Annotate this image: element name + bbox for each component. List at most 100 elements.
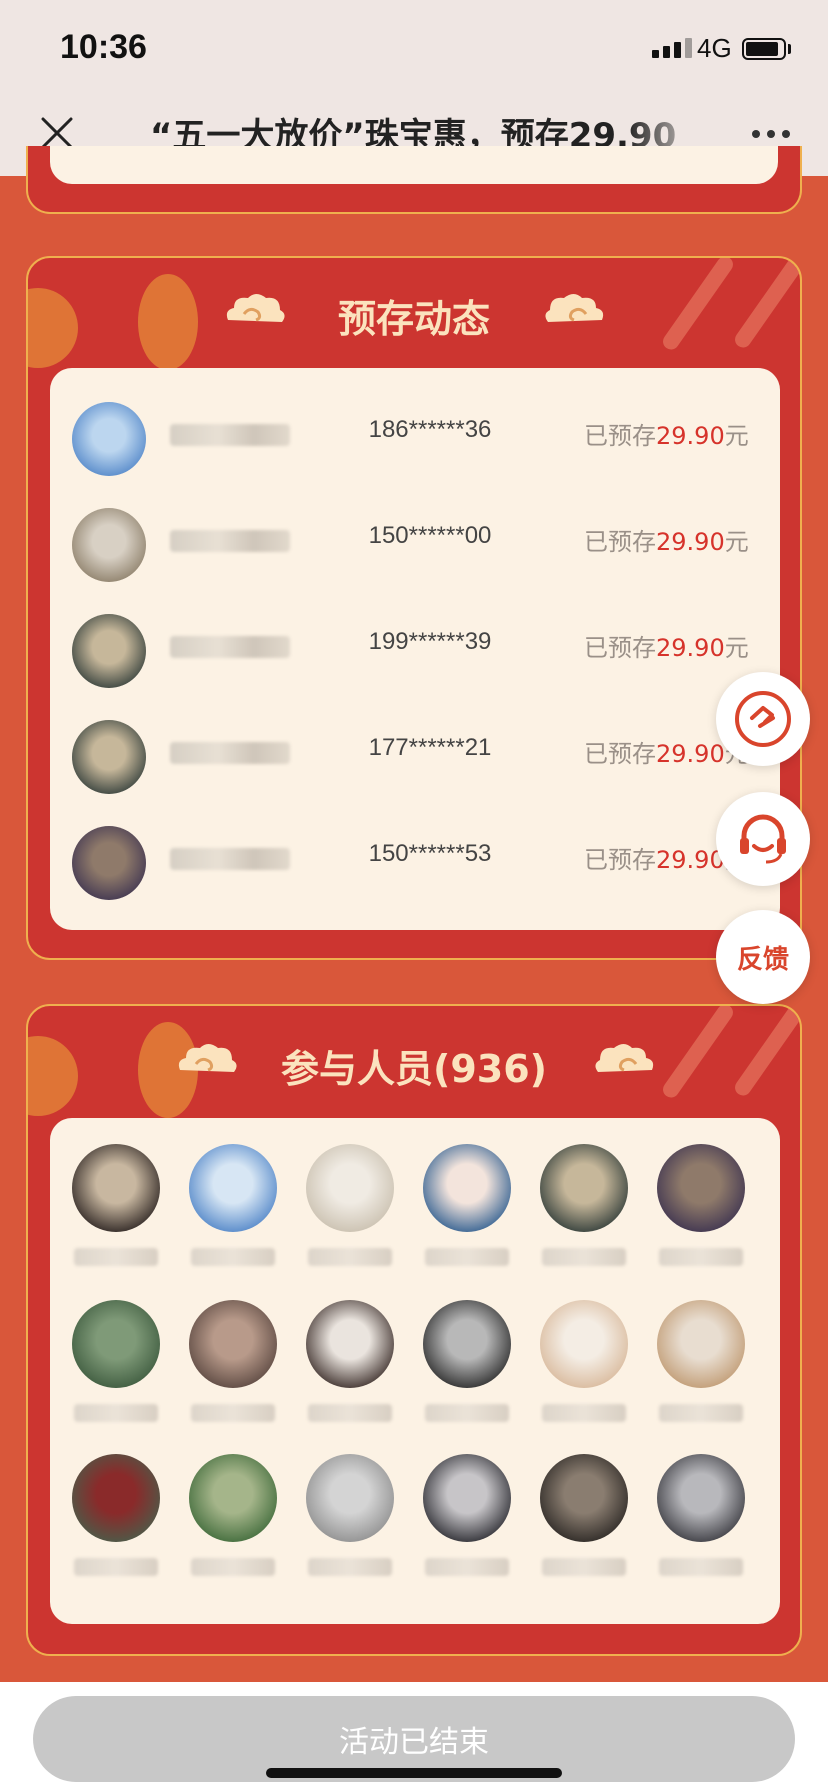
deposit-list: 186******36 已预存29.90元 150******00 已预存29.… xyxy=(50,368,780,930)
avatar xyxy=(72,614,146,688)
avatar xyxy=(189,1144,277,1232)
participant-item xyxy=(66,1300,162,1440)
avatar xyxy=(657,1454,745,1542)
avatar xyxy=(540,1300,628,1388)
avatar xyxy=(72,1144,160,1232)
deposit-row: 186******36 已预存29.90元 xyxy=(50,386,780,492)
participants-title: 参与人员(936) xyxy=(280,1047,548,1091)
phone-masked: 199******39 xyxy=(368,628,492,655)
participant-name-blurred xyxy=(308,1558,392,1576)
feedback-label: 反馈 xyxy=(736,944,789,975)
deposit-status: 已预存29.90元 xyxy=(584,422,749,450)
share-icon xyxy=(735,691,791,747)
participant-name-blurred xyxy=(659,1404,743,1422)
participant-name-blurred xyxy=(74,1558,158,1576)
participant-item xyxy=(651,1144,747,1284)
cloud-icon xyxy=(545,294,604,322)
participant-item xyxy=(183,1454,279,1594)
participant-name-blurred xyxy=(425,1558,509,1576)
participant-name-blurred xyxy=(659,1558,743,1576)
deposit-row: 150******53 已预存29.90元 xyxy=(50,810,780,916)
avatar xyxy=(306,1454,394,1542)
avatar xyxy=(306,1300,394,1388)
phone-masked: 186******36 xyxy=(368,416,492,443)
previous-card-panel xyxy=(50,146,778,184)
avatar xyxy=(189,1300,277,1388)
avatar xyxy=(657,1144,745,1232)
participant-item xyxy=(183,1144,279,1284)
avatar xyxy=(72,1454,160,1542)
participant-item xyxy=(417,1300,513,1440)
participant-name-blurred xyxy=(542,1558,626,1576)
avatar xyxy=(306,1144,394,1232)
avatar xyxy=(657,1300,745,1388)
deposit-activity-card: 预存动态 186******36 已预存29.90元 150******00 已… xyxy=(26,256,802,960)
nickname-blurred xyxy=(170,530,290,552)
nickname-blurred xyxy=(170,742,290,764)
previous-card xyxy=(26,146,802,214)
nickname-blurred xyxy=(170,424,290,446)
participant-item xyxy=(534,1144,630,1284)
participant-name-blurred xyxy=(74,1404,158,1422)
participant-item xyxy=(300,1454,396,1594)
nickname-blurred xyxy=(170,848,290,870)
status-bar: 10:36 4G xyxy=(0,0,828,94)
participant-name-blurred xyxy=(191,1404,275,1422)
avatar xyxy=(72,826,146,900)
participant-name-blurred xyxy=(425,1404,509,1422)
battery-icon xyxy=(742,38,786,60)
participant-item xyxy=(417,1454,513,1594)
participant-item xyxy=(66,1144,162,1284)
participant-item xyxy=(300,1144,396,1284)
network-type: 4G xyxy=(697,33,732,63)
share-button[interactable] xyxy=(716,672,810,766)
participant-item xyxy=(66,1454,162,1594)
participant-name-blurred xyxy=(542,1404,626,1422)
avatar xyxy=(423,1144,511,1232)
avatar xyxy=(189,1454,277,1542)
participant-item xyxy=(651,1300,747,1440)
deposit-row: 177******21 已预存29.90元 xyxy=(50,704,780,810)
participant-name-blurred xyxy=(308,1404,392,1422)
participant-item xyxy=(183,1300,279,1440)
participant-item xyxy=(417,1144,513,1284)
more-icon[interactable] xyxy=(752,130,790,138)
cloud-icon xyxy=(595,1044,654,1072)
status-time: 10:36 xyxy=(60,28,147,66)
signal-icon xyxy=(652,38,692,58)
participant-name-blurred xyxy=(542,1248,626,1266)
avatar xyxy=(540,1454,628,1542)
home-indicator xyxy=(266,1768,562,1778)
avatar xyxy=(540,1144,628,1232)
participant-item xyxy=(651,1454,747,1594)
customer-service-button[interactable] xyxy=(716,792,810,886)
deposit-row: 199******39 已预存29.90元 xyxy=(50,598,780,704)
deposit-section-title: 预存动态 xyxy=(337,297,490,341)
nickname-blurred xyxy=(170,636,290,658)
participant-item xyxy=(534,1454,630,1594)
phone-masked: 150******00 xyxy=(368,522,492,549)
phone-masked: 177******21 xyxy=(368,734,492,761)
deposit-row: 150******00 已预存29.90元 xyxy=(50,492,780,598)
deposit-status: 已预存29.90元 xyxy=(584,528,749,556)
feedback-button[interactable]: 反馈 xyxy=(716,910,810,1004)
participants-card: 参与人员(936) xyxy=(26,1004,802,1656)
phone-masked: 150******53 xyxy=(368,840,492,867)
avatar xyxy=(423,1454,511,1542)
participant-name-blurred xyxy=(425,1248,509,1266)
participant-name-blurred xyxy=(191,1248,275,1266)
participant-name-blurred xyxy=(74,1248,158,1266)
participant-item xyxy=(300,1300,396,1440)
participant-name-blurred xyxy=(191,1558,275,1576)
participants-grid xyxy=(50,1118,780,1624)
participant-name-blurred xyxy=(659,1248,743,1266)
headset-icon xyxy=(740,814,786,864)
avatar xyxy=(72,402,146,476)
participant-name-blurred xyxy=(308,1248,392,1266)
battery-tip xyxy=(788,44,791,54)
avatar xyxy=(72,508,146,582)
avatar xyxy=(72,720,146,794)
avatar xyxy=(423,1300,511,1388)
avatar xyxy=(72,1300,160,1388)
deposit-status: 已预存29.90元 xyxy=(584,634,749,662)
